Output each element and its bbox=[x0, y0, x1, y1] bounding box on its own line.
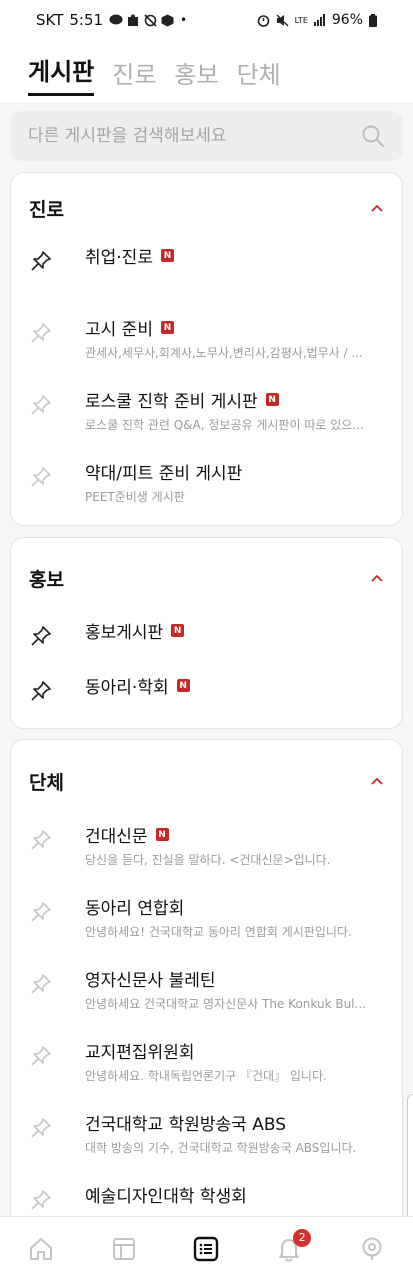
board-item-org-magazine[interactable]: 교지편집위원회 안녕하세요. 학내독립언론기구 『건대』 입니다. bbox=[11, 1038, 402, 1110]
clock: 5:51 bbox=[69, 11, 104, 29]
board-search-bar bbox=[10, 111, 403, 161]
section-card-promotion: 홍보 홍보게시판 N 동아리·학회 N bbox=[10, 537, 403, 729]
section-title: 홍보 bbox=[29, 568, 64, 591]
board-item-career-job[interactable]: 취업·진로 N bbox=[11, 243, 402, 315]
board-name: 건국대학교 학원방송국 ABS bbox=[85, 1115, 286, 1135]
board-item-career-lawschool[interactable]: 로스쿨 진학 준비 게시판 N 로스쿨 진학 관련 Q&A, 정보공유 게시판이 … bbox=[11, 387, 402, 459]
new-badge: N bbox=[265, 393, 279, 406]
board-name: 영자신문사 불레틴 bbox=[85, 971, 216, 991]
chat-icon bbox=[109, 14, 123, 25]
board-search-input[interactable] bbox=[28, 126, 361, 146]
board-name: 약대/피트 준비 게시판 bbox=[85, 464, 243, 484]
top-header: 게시판 진로 홍보 단체 bbox=[0, 40, 413, 104]
board-description: 당신을 듣다, 진실을 말하다. <건대신문>입니다. bbox=[85, 853, 331, 867]
notification-count-badge: 2 bbox=[293, 1228, 312, 1247]
chevron-up-icon[interactable] bbox=[370, 571, 384, 585]
nav-campus-pick[interactable] bbox=[350, 1227, 394, 1271]
board-name: 동아리·학회 bbox=[85, 678, 169, 698]
pin-icon[interactable] bbox=[29, 828, 53, 852]
new-badge: N bbox=[171, 624, 185, 637]
board-description: 안녕하세요 건국대학교 영자신문사 The Konkuk Bul... bbox=[85, 997, 366, 1011]
pin-icon[interactable] bbox=[29, 624, 53, 648]
chevron-up-icon[interactable] bbox=[370, 774, 384, 788]
board-item-org-club-union[interactable]: 동아리 연합회 안녕하세요! 건국대학교 동아리 연합회 게시판입니다. bbox=[11, 894, 402, 966]
board-name: 로스쿨 진학 준비 게시판 bbox=[85, 392, 258, 412]
battery-label: 96% bbox=[331, 12, 363, 28]
new-badge: N bbox=[176, 679, 190, 692]
section-header-career[interactable]: 진로 bbox=[11, 173, 402, 243]
status-bar: SKT 5:51 • LTE 96% bbox=[0, 0, 413, 40]
notification-icons bbox=[109, 13, 174, 27]
timetable-icon bbox=[112, 1237, 135, 1260]
section-title: 진로 bbox=[29, 198, 64, 221]
tab-career[interactable]: 진로 bbox=[112, 55, 156, 96]
mute-icon bbox=[276, 14, 289, 26]
pin-icon[interactable] bbox=[29, 321, 53, 345]
carrier-label: SKT bbox=[36, 11, 64, 29]
board-description: 안녕하세요. 학내독립언론기구 『건대』 입니다. bbox=[85, 1069, 327, 1083]
pin-icon[interactable] bbox=[29, 465, 53, 489]
section-card-organization: 단체 건대신문 N 당신을 듣다, 진실을 말하다. <건대신문>입니다. 동아리… bbox=[10, 739, 403, 1259]
pin-icon[interactable] bbox=[29, 900, 53, 924]
campus-pick-icon bbox=[362, 1237, 382, 1260]
nav-board[interactable] bbox=[184, 1227, 228, 1271]
home-icon bbox=[30, 1237, 53, 1260]
scroll-handle[interactable] bbox=[407, 1094, 413, 1224]
tab-organization[interactable]: 단체 bbox=[237, 55, 281, 96]
nav-notifications[interactable]: 2 bbox=[267, 1227, 312, 1271]
search-icon[interactable] bbox=[361, 124, 385, 148]
board-list-icon bbox=[194, 1236, 219, 1261]
board-item-org-broadcast[interactable]: 건국대학교 학원방송국 ABS 대학 방송의 기수, 건국대학교 학원방송국 A… bbox=[11, 1110, 402, 1182]
pin-icon[interactable] bbox=[29, 1116, 53, 1140]
battery-icon bbox=[369, 13, 377, 27]
tab-board[interactable]: 게시판 bbox=[28, 52, 95, 96]
board-name: 고시 준비 bbox=[85, 320, 153, 340]
section-header-promotion[interactable]: 홍보 bbox=[11, 538, 402, 618]
board-description: 대학 방송의 기수, 건국대학교 학원방송국 ABS입니다. bbox=[85, 1141, 357, 1155]
board-item-career-exam[interactable]: 고시 준비 N 관세사,세무사,회계사,노무사,변리사,감평사,법무사 / ... bbox=[11, 315, 402, 387]
pin-icon[interactable] bbox=[29, 972, 53, 996]
section-header-organization[interactable]: 단체 bbox=[11, 740, 402, 822]
board-item-promotion-ads[interactable]: 홍보게시판 N bbox=[11, 618, 402, 673]
board-name: 건대신문 bbox=[85, 827, 148, 847]
board-description: 안녕하세요! 건국대학교 동아리 연합회 게시판입니다. bbox=[85, 925, 352, 939]
board-item-org-bulletin[interactable]: 영자신문사 불레틴 안녕하세요 건국대학교 영자신문사 The Konkuk B… bbox=[11, 966, 402, 1038]
board-item-promotion-clubs[interactable]: 동아리·학회 N bbox=[11, 673, 402, 728]
cube-icon bbox=[161, 14, 174, 26]
new-badge: N bbox=[160, 321, 174, 334]
board-item-career-pharmacy[interactable]: 약대/피트 준비 게시판 PEET준비생 게시판 bbox=[11, 459, 402, 531]
new-badge: N bbox=[160, 249, 174, 262]
pin-icon[interactable] bbox=[29, 249, 53, 273]
signal-icon bbox=[313, 14, 325, 26]
board-description: 로스쿨 진학 관련 Q&A, 정보공유 게시판이 따로 있으... bbox=[85, 418, 364, 432]
nav-timetable[interactable] bbox=[102, 1227, 146, 1271]
chevron-up-icon[interactable] bbox=[370, 201, 384, 215]
pin-icon[interactable] bbox=[29, 393, 53, 417]
pin-icon[interactable] bbox=[29, 679, 53, 703]
board-description: PEET준비생 게시판 bbox=[85, 490, 185, 504]
board-name: 예술디자인대학 학생회 bbox=[85, 1187, 247, 1207]
board-item-org-newspaper[interactable]: 건대신문 N 당신을 듣다, 진실을 말하다. <건대신문>입니다. bbox=[11, 822, 402, 894]
board-name: 취업·진로 bbox=[85, 248, 153, 268]
nav-home[interactable] bbox=[19, 1227, 63, 1271]
board-category-tabs: 게시판 진로 홍보 단체 bbox=[0, 40, 413, 96]
board-description: 관세사,세무사,회계사,노무사,변리사,감평사,법무사 / ... bbox=[85, 346, 363, 360]
section-card-career: 진로 취업·진로 N 고시 준비 N 관세사,세무사,회계사,노무사,변리사,감평사… bbox=[10, 172, 403, 526]
sync-off-icon bbox=[144, 13, 157, 27]
board-name: 홍보게시판 bbox=[85, 623, 164, 643]
pin-icon[interactable] bbox=[29, 1044, 53, 1068]
board-name: 교지편집위원회 bbox=[85, 1043, 195, 1063]
status-dot: • bbox=[180, 13, 188, 27]
board-name: 동아리 연합회 bbox=[85, 899, 185, 919]
network-label: LTE bbox=[294, 15, 308, 25]
pin-icon[interactable] bbox=[29, 1188, 53, 1212]
bottom-navigation: 2 bbox=[0, 1216, 413, 1280]
puzzle-icon bbox=[128, 14, 139, 26]
new-badge: N bbox=[155, 828, 169, 841]
tab-promotion[interactable]: 홍보 bbox=[174, 55, 218, 96]
section-title: 단체 bbox=[29, 771, 64, 794]
alarm-icon bbox=[257, 14, 269, 27]
